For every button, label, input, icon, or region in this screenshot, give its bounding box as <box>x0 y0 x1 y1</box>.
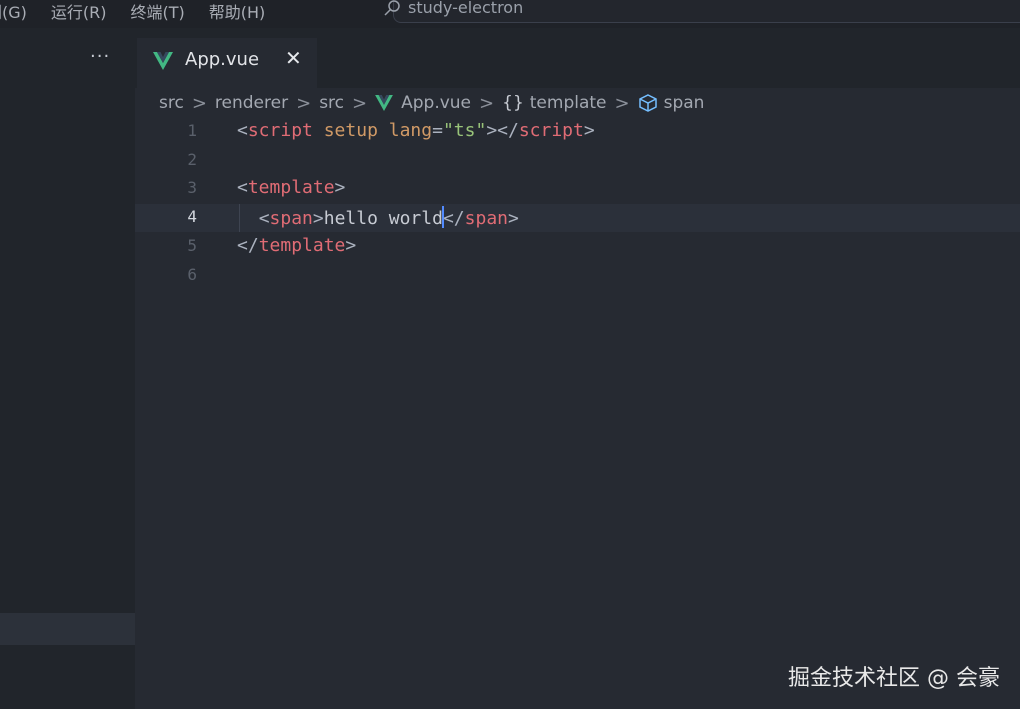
token-punct: > <box>583 120 595 141</box>
line-number: 1 <box>187 121 197 140</box>
line-number: 4 <box>187 207 197 226</box>
token-punct: < <box>237 120 248 141</box>
vue-icon <box>375 95 393 111</box>
token-tag: span <box>464 208 508 229</box>
tab-bar: App.vue ✕ <box>135 28 1020 88</box>
cube-icon <box>638 94 657 112</box>
menu-item-go[interactable]: 刨(G) <box>0 0 27 23</box>
token-punct: > <box>334 177 346 198</box>
code-line[interactable]: 5 </template> <box>135 233 1020 261</box>
token-tag: template <box>247 177 335 198</box>
token-punct: < <box>258 208 270 229</box>
menu-item-terminal[interactable]: 终端(T) <box>131 0 185 23</box>
breadcrumb-item-src-2[interactable]: src <box>319 93 344 113</box>
line-number: 2 <box>187 150 197 169</box>
menu-bar: 刨(G) 运行(R) 终端(T) 帮助(H) <box>0 0 289 22</box>
token-punct: </ <box>237 235 259 256</box>
watermark: 掘金技术社区 @ 会豪 <box>788 666 1000 691</box>
line-number: 6 <box>187 265 197 284</box>
chevron-right-icon: > <box>352 92 368 114</box>
line-text: <span>hello world</span> <box>237 206 519 229</box>
sidebar-selected-item[interactable] <box>0 613 135 645</box>
menu-item-help[interactable]: 帮助(H) <box>209 0 266 23</box>
line-number: 3 <box>187 178 197 197</box>
title-bar: 刨(G) 运行(R) 终端(T) 帮助(H) study-electron <box>0 0 1020 28</box>
chevron-right-icon: > <box>296 92 312 114</box>
braces-icon: {} <box>502 93 524 113</box>
tab-label: App.vue <box>185 49 260 70</box>
line-text: <template> <box>237 177 345 198</box>
token-punct: = <box>432 120 443 141</box>
token-punct: </ <box>442 208 465 229</box>
tab-app-vue[interactable]: App.vue ✕ <box>137 38 317 88</box>
breadcrumb-item-src[interactable]: src <box>159 93 184 113</box>
menu-item-run[interactable]: 运行(R) <box>51 0 107 23</box>
breadcrumb: src > renderer > src > App.vue > {} temp… <box>159 91 704 115</box>
editor: App.vue ✕ src > renderer > src > App.vue… <box>135 28 1020 709</box>
token-tag: span <box>269 208 313 229</box>
search-icon <box>384 0 400 16</box>
breadcrumb-item-span[interactable]: span <box>664 93 705 113</box>
token-punct: < <box>237 177 248 198</box>
token-attr: setup <box>323 120 378 141</box>
token-punct: ></ <box>486 120 519 141</box>
code-line-current[interactable]: 4 <span>hello world</span> <box>135 204 1020 232</box>
chevron-right-icon: > <box>479 92 495 114</box>
token-text: hello world <box>323 208 443 229</box>
chevron-right-icon: > <box>614 92 630 114</box>
token-punct: > <box>345 235 357 256</box>
more-actions-button[interactable]: ··· <box>90 46 110 67</box>
sidebar-header: ··· <box>0 28 135 120</box>
line-text: <script setup lang="ts"></script> <box>237 120 595 141</box>
close-icon[interactable]: ✕ <box>285 46 302 70</box>
code-line[interactable]: 2 <box>135 147 1020 175</box>
line-number: 5 <box>187 236 197 255</box>
token-attr: lang <box>388 120 433 141</box>
token-punct: > <box>508 208 519 229</box>
breadcrumb-item-renderer[interactable]: renderer <box>215 93 288 113</box>
token-tag: script <box>247 120 313 141</box>
vue-icon <box>153 52 173 70</box>
code-line[interactable]: 6 <box>135 262 1020 290</box>
breadcrumb-item-app-vue[interactable]: App.vue <box>401 93 471 113</box>
breadcrumb-item-template[interactable]: template <box>530 93 607 113</box>
token-string: "ts" <box>442 120 487 141</box>
chevron-right-icon: > <box>191 92 207 114</box>
code-line[interactable]: 3 <template> <box>135 175 1020 203</box>
line-text: </template> <box>237 235 356 256</box>
search-workspace-name[interactable]: study-electron <box>408 0 523 17</box>
code-line[interactable]: 1 <script setup lang="ts"></script> <box>135 118 1020 146</box>
token-tag: template <box>258 235 346 256</box>
sidebar: ··· <box>0 28 135 709</box>
token-punct: > <box>312 208 324 229</box>
token-tag: script <box>518 120 584 141</box>
